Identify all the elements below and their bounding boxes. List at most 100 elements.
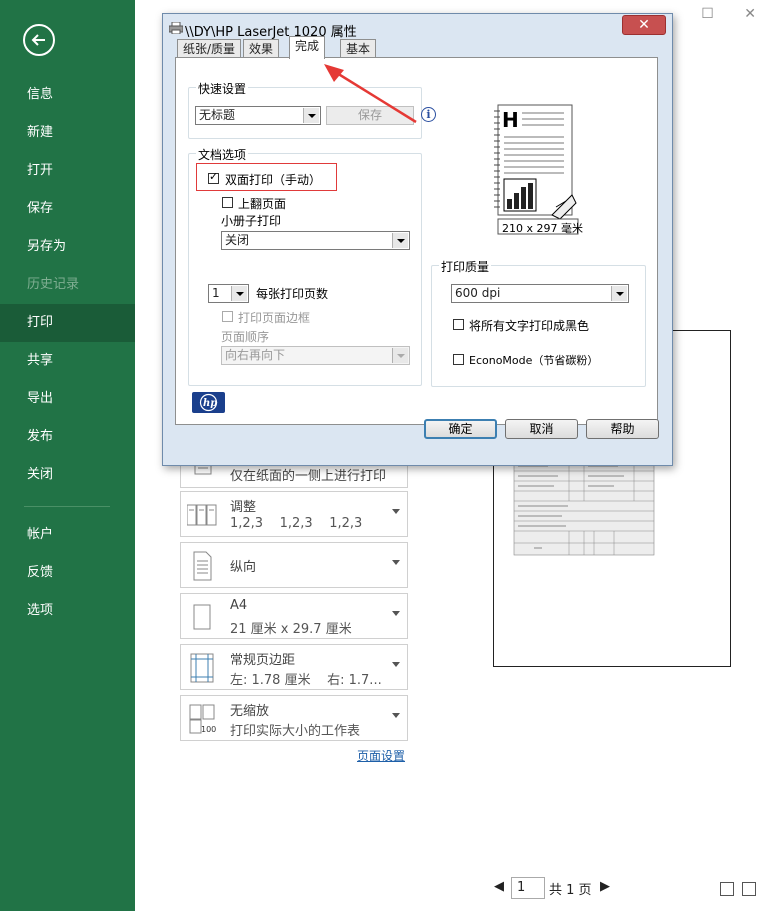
print-all-black-label: 将所有文字打印成黑色	[469, 319, 590, 333]
chevron-down-icon	[231, 286, 247, 301]
paper-size-icon	[193, 604, 211, 630]
sidebar-item-save-as[interactable]: 另存为	[0, 228, 135, 266]
sidebar-item-print[interactable]: 打印	[0, 304, 135, 342]
dialog-title: \\DY\HP LaserJet 1020 属性	[185, 25, 357, 40]
print-borders-label: 打印页面边框	[238, 311, 311, 325]
sidebar-item-new[interactable]: 新建	[0, 114, 135, 152]
backstage-sidebar: 信息 新建 打开 保存 另存为 历史记录 打印 共享 导出 发布 关闭 帐户 反…	[0, 0, 135, 911]
page-count: 共 1 页	[549, 883, 592, 898]
show-margins-icon[interactable]	[720, 882, 734, 896]
resolution-select[interactable]: 600 dpi	[451, 284, 629, 303]
setting-scaling[interactable]: 100 无缩放 打印实际大小的工作表	[180, 695, 408, 741]
sidebar-item-share[interactable]: 共享	[0, 342, 135, 380]
paper-size-label: 210 x 297 毫米	[502, 222, 583, 235]
sidebar-item-info[interactable]: 信息	[0, 76, 135, 114]
sidebar-item-open[interactable]: 打开	[0, 152, 135, 190]
setting-print-sides-title: 仅在纸面的一侧上进行打印	[230, 469, 387, 484]
sidebar-item-save[interactable]: 保存	[0, 190, 135, 228]
page-layout-preview: H	[494, 104, 579, 235]
setting-margins-sub: 左: 1.78 厘米 右: 1.7...	[230, 673, 382, 688]
setting-collate-title: 调整	[230, 500, 257, 515]
quick-settings-value: 无标题	[199, 108, 236, 122]
hp-logo-icon: hp	[199, 393, 217, 412]
chevron-down-icon	[392, 611, 400, 616]
booklet-label: 小册子打印	[221, 214, 282, 228]
page-number-input[interactable]: 1	[511, 877, 545, 899]
duplex-checkbox[interactable]	[208, 170, 219, 184]
tab-finishing[interactable]: 完成	[289, 36, 326, 59]
flip-pages-label: 上翻页面	[238, 197, 287, 211]
quick-settings-title: 快速设置	[196, 80, 249, 97]
zoom-to-page-icon[interactable]	[742, 882, 756, 896]
page-setup-link[interactable]: 页面设置	[357, 747, 405, 764]
econo-mode-checkbox[interactable]	[453, 354, 464, 365]
chevron-down-icon	[392, 662, 400, 667]
prev-page-icon[interactable]: ◀	[494, 879, 504, 894]
help-button[interactable]: 帮助	[586, 419, 659, 439]
ok-button[interactable]: 确定	[424, 419, 497, 439]
sidebar-item-close[interactable]: 关闭	[0, 456, 135, 494]
back-arrow-icon	[31, 34, 45, 46]
close-window-icon[interactable]: ✕	[744, 6, 756, 22]
setting-orientation[interactable]: 纵向	[180, 542, 408, 588]
sidebar-item-history: 历史记录	[27, 277, 80, 292]
print-borders-checkbox[interactable]	[222, 311, 233, 322]
page-order-label: 页面顺序	[221, 330, 270, 344]
hp-logo: hp	[192, 392, 225, 413]
chevron-down-icon	[392, 509, 400, 514]
page-order-select[interactable]: 向右再向下	[221, 346, 410, 365]
print-quality-title: 打印质量	[439, 258, 492, 275]
printer-icon	[169, 22, 183, 34]
setting-scaling-title: 无缩放	[230, 704, 270, 719]
econo-mode-label: EconoMode（节省碳粉）	[469, 354, 599, 367]
margins-icon	[190, 653, 214, 683]
setting-paper-size-sub: 21 厘米 x 29.7 厘米	[230, 622, 352, 637]
sidebar-item-feedback[interactable]: 反馈	[0, 554, 135, 592]
setting-paper-size-title: A4	[230, 598, 248, 613]
portrait-page-icon	[193, 551, 212, 581]
sidebar-divider	[24, 506, 110, 507]
setting-collate[interactable]: 调整 1,2,3 1,2,3 1,2,3	[180, 491, 408, 537]
duplex-label: 双面打印（手动）	[225, 173, 322, 187]
flip-pages-checkbox[interactable]	[222, 197, 233, 208]
setting-margins-title: 常规页边距	[230, 653, 296, 668]
setting-margins[interactable]: 常规页边距 左: 1.78 厘米 右: 1.7...	[180, 644, 408, 690]
annotation-arrow-icon	[324, 64, 417, 124]
dialog-close-button[interactable]: ✕	[622, 15, 666, 35]
page-order-value: 向右再向下	[225, 348, 286, 362]
setting-orientation-title: 纵向	[230, 560, 257, 575]
svg-text:hp: hp	[203, 398, 217, 409]
setting-scaling-sub: 打印实际大小的工作表	[230, 724, 361, 739]
setting-paper-size[interactable]: A4 21 厘米 x 29.7 厘米	[180, 593, 408, 639]
chevron-down-icon	[303, 108, 319, 123]
print-all-black-checkbox[interactable]	[453, 319, 464, 330]
resolution-value: 600 dpi	[455, 286, 501, 300]
sidebar-item-options[interactable]: 选项	[0, 592, 135, 630]
restore-icon[interactable]: ☐	[701, 6, 714, 22]
pages-per-sheet-select[interactable]: 1	[208, 284, 249, 303]
booklet-select[interactable]: 关闭	[221, 231, 410, 250]
next-page-icon[interactable]: ▶	[600, 879, 610, 894]
pages-per-sheet-label: 每张打印页数	[256, 287, 329, 301]
chevron-down-icon	[392, 233, 408, 248]
back-button[interactable]	[23, 24, 55, 56]
quick-settings-select[interactable]: 无标题	[195, 106, 321, 125]
svg-text:H: H	[502, 108, 519, 132]
tab-paper-quality[interactable]: 纸张/质量	[177, 39, 242, 58]
cancel-button[interactable]: 取消	[505, 419, 578, 439]
no-scaling-icon: 100	[189, 704, 216, 734]
chevron-down-icon	[611, 286, 627, 301]
chevron-down-icon	[392, 348, 408, 363]
tab-basics[interactable]: 基本	[340, 39, 377, 58]
pages-per-sheet-value: 1	[212, 286, 220, 300]
svg-text:100: 100	[201, 725, 216, 734]
document-options-title: 文档选项	[196, 146, 249, 163]
chevron-down-icon	[392, 713, 400, 718]
chevron-down-icon	[392, 560, 400, 565]
tab-effects[interactable]: 效果	[243, 39, 280, 58]
setting-collate-sub: 1,2,3 1,2,3 1,2,3	[230, 516, 363, 531]
sidebar-item-publish[interactable]: 发布	[0, 418, 135, 456]
sidebar-item-account[interactable]: 帐户	[0, 516, 135, 554]
sidebar-item-export[interactable]: 导出	[0, 380, 135, 418]
booklet-value: 关闭	[225, 233, 250, 247]
